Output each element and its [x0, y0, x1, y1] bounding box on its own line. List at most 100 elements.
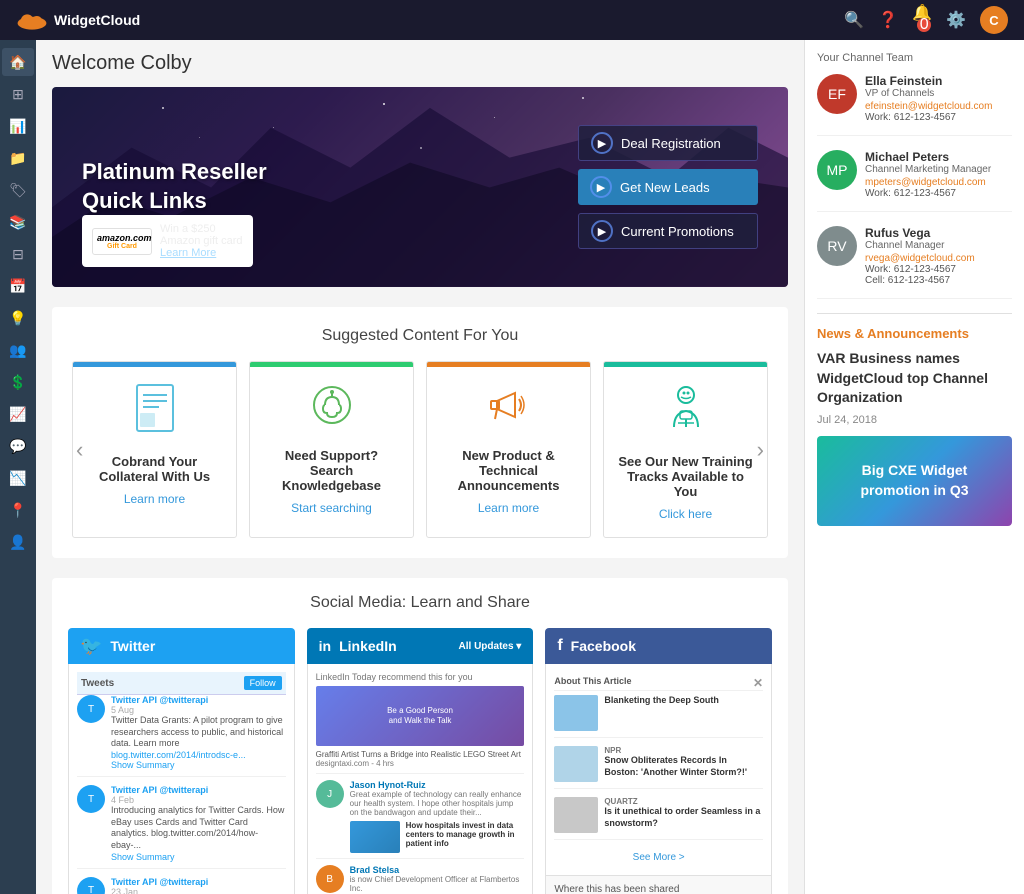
user-avatar[interactable]: C — [980, 6, 1008, 34]
facebook-see-more[interactable]: See More > — [554, 848, 763, 867]
tweet-text: Introducing analytics for Twitter Cards.… — [111, 805, 286, 852]
member-role: Channel Marketing Manager — [865, 164, 1012, 175]
card-link-cobrand[interactable]: Learn more — [124, 492, 185, 506]
card-title-announcements: New Product & Technical Announcements — [439, 448, 578, 493]
member-name: Ella Feinstein — [865, 74, 1012, 88]
sidebar-item-users[interactable]: 👥 — [2, 336, 34, 364]
news-section-title: News & Announcements — [817, 326, 1012, 341]
article-headline: Is it unethical to order Seamless in a s… — [604, 806, 763, 829]
content-cards: Cobrand Your Collateral With Us Learn mo… — [72, 361, 768, 538]
page-title: Welcome Colby — [52, 52, 788, 75]
member-role: Channel Manager — [865, 240, 1012, 251]
tweet-handle: Twitter API @twitterapi — [111, 695, 286, 705]
linkedin-recommendation: LinkedIn Today recommend this for you — [316, 672, 525, 682]
member-name: Rufus Vega — [865, 226, 1012, 240]
carousel-right-arrow[interactable]: › — [757, 437, 764, 463]
linkedin-post-text: is now Chief Development Officer at Flam… — [350, 875, 525, 893]
member-avatar-ella: EF — [817, 74, 857, 114]
content-card-cobrand: Cobrand Your Collateral With Us Learn mo… — [72, 361, 237, 538]
social-section-title: Social Media: Learn and Share — [68, 594, 772, 612]
card-icon-document — [135, 383, 175, 442]
sidebar-item-chat[interactable]: 💬 — [2, 432, 34, 460]
twitter-icon: 🐦 — [80, 636, 102, 657]
twitter-body: Tweets Follow T Twitter API @twitterapi … — [68, 664, 295, 894]
social-media-section: Social Media: Learn and Share 🐦 Twitter … — [52, 578, 788, 894]
get-new-leads-button[interactable]: ▶ Get New Leads — [578, 169, 758, 205]
facebook-about-label: About This Article ✕ — [554, 672, 763, 691]
card-link-announcements[interactable]: Learn more — [478, 501, 539, 515]
tweet-link[interactable]: blog.twitter.com/2014/introdsc-e... — [111, 750, 286, 760]
promos-btn-icon: ▶ — [591, 220, 613, 242]
member-info-ella: Ella Feinstein VP of Channels efeinstein… — [865, 74, 1012, 123]
member-work-phone: Work: 612-123-4567 — [865, 112, 1012, 123]
card-title-cobrand: Cobrand Your Collateral With Us — [85, 454, 224, 484]
search-icon[interactable]: 🔍 — [844, 10, 864, 30]
linkedin-body: LinkedIn Today recommend this for you Be… — [307, 664, 534, 894]
card-icon-person — [664, 383, 708, 442]
sidebar-item-line-chart[interactable]: 📉 — [2, 464, 34, 492]
twitter-label: Twitter — [110, 638, 155, 654]
news-headline[interactable]: VAR Business names WidgetCloud top Chann… — [817, 349, 1012, 408]
card-link-support[interactable]: Start searching — [291, 501, 372, 515]
amazon-gift-card: amazon.com Gift Card Win a $250 Amazon g… — [82, 215, 253, 267]
hero-banner: Platinum Reseller Quick Links ▶ Deal Reg… — [52, 87, 788, 287]
main-content-area: Welcome Colby Platinum Reseller Quick — [36, 40, 804, 894]
sidebar-item-bar-chart[interactable]: 📈 — [2, 400, 34, 428]
sidebar-item-folder[interactable]: 📁 — [2, 144, 34, 172]
current-promotions-button[interactable]: ▶ Current Promotions — [578, 213, 758, 249]
linkedin-post-image — [350, 821, 400, 853]
top-navigation: WidgetCloud 🔍 ❓ 🔔 0 ⚙️ C — [0, 0, 1024, 40]
social-grid: 🐦 Twitter Tweets Follow T Twitter API @t… — [68, 628, 772, 894]
facebook-header: f Facebook — [545, 628, 772, 664]
sidebar-item-home[interactable]: 🏠 — [2, 48, 34, 76]
twitter-follow-button[interactable]: Follow — [244, 676, 282, 690]
settings-icon[interactable]: ⚙️ — [946, 10, 966, 30]
member-email[interactable]: efeinstein@widgetcloud.com — [865, 101, 1012, 112]
tweet-content: Twitter API @twitterapi 5 Aug Twitter Da… — [111, 695, 286, 770]
linkedin-poster-name: Brad Stelsa — [350, 865, 525, 875]
sidebar-item-table[interactable]: ⊟ — [2, 240, 34, 268]
tweet-item: T Twitter API @twitterapi 4 Feb Introduc… — [77, 785, 286, 869]
promo-banner[interactable]: Big CXE Widget promotion in Q3 — [817, 436, 1012, 526]
article-info: Blanketing the Deep South — [604, 695, 763, 731]
amazon-learn-more-link[interactable]: Learn More — [160, 247, 216, 259]
facebook-close-button[interactable]: ✕ — [753, 676, 763, 690]
sidebar-item-location[interactable]: 📍 — [2, 496, 34, 524]
sidebar-item-person[interactable]: 👤 — [2, 528, 34, 556]
facebook-map-section: Where this has been shared — [545, 876, 772, 894]
deal-registration-button[interactable]: ▶ Deal Registration — [578, 125, 758, 161]
linkedin-card: in LinkedIn All Updates ▾ LinkedIn Today… — [307, 628, 534, 894]
sidebar-item-calendar[interactable]: 📅 — [2, 272, 34, 300]
tweet-date: 4 Feb — [111, 795, 286, 805]
tweet-item: T Twitter API @twitterapi 5 Aug Twitter … — [77, 695, 286, 777]
sidebar-item-chart[interactable]: 📊 — [2, 112, 34, 140]
main-layout: 🏠 ⊞ 📊 📁 🏷 📚 ⊟ 📅 💡 👥 💲 📈 💬 📉 📍 👤 Welcome … — [0, 40, 1024, 894]
help-icon[interactable]: ❓ — [878, 10, 898, 30]
sidebar-item-book[interactable]: 📚 — [2, 208, 34, 236]
left-sidebar: 🏠 ⊞ 📊 📁 🏷 📚 ⊟ 📅 💡 👥 💲 📈 💬 📉 📍 👤 — [0, 40, 36, 894]
sidebar-item-bulb[interactable]: 💡 — [2, 304, 34, 332]
linkedin-poster-name: Jason Hynot-Ruiz — [350, 780, 525, 790]
show-summary-link[interactable]: Show Summary — [111, 760, 286, 770]
article-info: QUARTZ Is it unethical to order Seamless… — [604, 797, 763, 833]
member-email[interactable]: mpeters@widgetcloud.com — [865, 177, 1012, 188]
member-email[interactable]: rvega@widgetcloud.com — [865, 253, 1012, 264]
app-logo[interactable]: WidgetCloud — [16, 10, 140, 30]
card-body-announcements: New Product & Technical Announcements Le… — [427, 367, 590, 537]
news-section: News & Announcements VAR Business names … — [817, 313, 1012, 526]
linkedin-post: LinkedIn Today recommend this for you Be… — [316, 672, 525, 774]
show-summary-link[interactable]: Show Summary — [111, 852, 286, 862]
sidebar-item-grid[interactable]: ⊞ — [2, 80, 34, 108]
member-avatar-michael: MP — [817, 150, 857, 190]
linkedin-post-text: Great example of technology can really e… — [350, 790, 525, 817]
linkedin-avatar: J — [316, 780, 344, 808]
sidebar-item-tag[interactable]: 🏷 — [2, 176, 34, 204]
carousel-left-arrow[interactable]: ‹ — [76, 437, 83, 463]
member-avatar-rufus: RV — [817, 226, 857, 266]
cards-wrapper: ‹ — [72, 361, 768, 538]
sidebar-item-dollar[interactable]: 💲 — [2, 368, 34, 396]
linkedin-updates[interactable]: All Updates ▾ — [459, 641, 522, 652]
card-title-training: See Our New Training Tracks Available to… — [616, 454, 755, 499]
notifications-icon[interactable]: 🔔 0 — [912, 3, 932, 37]
card-link-training[interactable]: Click here — [659, 507, 712, 521]
